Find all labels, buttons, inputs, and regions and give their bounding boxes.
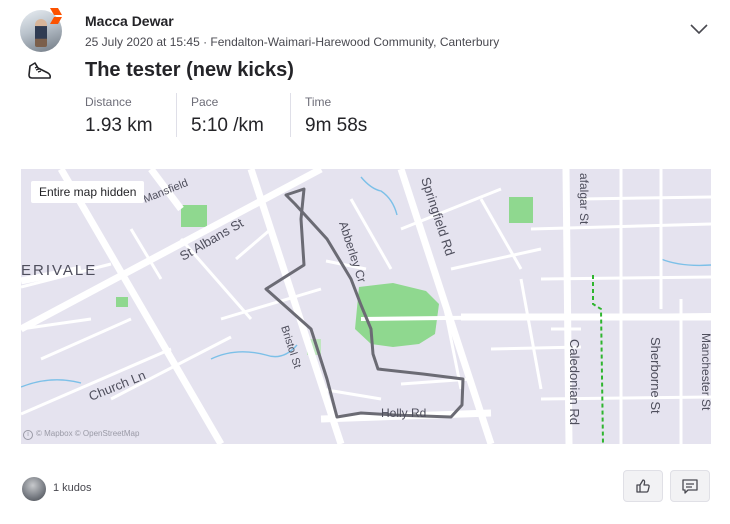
activity-map[interactable]: Mansfield St Albans St ERIVALE Church Ln…: [21, 169, 711, 444]
green-trail: [592, 275, 604, 444]
athlete-photo-figure: [35, 19, 47, 47]
stat-value: 9m 58s: [305, 115, 368, 136]
park-area-small: [181, 205, 207, 227]
street-label: Abberley Cr: [336, 220, 369, 285]
stream: [210, 344, 298, 360]
info-icon[interactable]: i: [23, 430, 33, 440]
stat-value: 1.93 km: [85, 115, 153, 136]
stream: [660, 258, 711, 267]
map-attribution[interactable]: i © Mapbox © OpenStreetMap: [23, 429, 139, 440]
activity-date-location: 25 July 2020 at 15:45 · Fendalton-Waimar…: [85, 35, 500, 49]
comment-button[interactable]: [670, 470, 710, 502]
athlete-name[interactable]: Macca Dewar: [85, 13, 174, 29]
chevron-down-icon[interactable]: [688, 18, 710, 40]
park-area: [355, 283, 439, 347]
comment-icon: [682, 479, 698, 494]
street-label: Holly Rd: [381, 406, 426, 420]
stream: [21, 379, 82, 388]
give-kudos-button[interactable]: [623, 470, 663, 502]
stat-label: Time: [305, 95, 332, 109]
map-canvas: Mansfield St Albans St ERIVALE Church Ln…: [21, 169, 711, 444]
stat-label: Pace: [191, 95, 219, 109]
stream: [360, 176, 398, 216]
park-area-small: [509, 197, 533, 223]
street-label: Caledonian Rd: [567, 339, 582, 425]
stat-distance: Distance 1.93 km: [85, 93, 153, 137]
street-label: Sherborne St: [648, 337, 663, 414]
subscriber-badge-icon: [50, 8, 62, 24]
kudos-avatar[interactable]: [22, 477, 46, 501]
shoe-icon: [28, 62, 52, 79]
stat-label: Distance: [85, 95, 132, 109]
street-label: Bristol St: [278, 324, 303, 370]
stat-pace: Pace 5:10 /km: [176, 93, 264, 137]
area-label: ERIVALE: [21, 262, 97, 279]
thumbs-up-icon: [636, 479, 650, 493]
activity-title[interactable]: The tester (new kicks): [85, 59, 294, 82]
stat-time: Time 9m 58s: [290, 93, 367, 137]
street-label: Manchester St: [699, 333, 711, 411]
stat-value: 5:10 /km: [191, 115, 264, 136]
map-hidden-notice: Entire map hidden: [31, 181, 145, 203]
street-label: Mansfield: [142, 177, 190, 206]
attribution-text[interactable]: © Mapbox © OpenStreetMap: [36, 429, 139, 438]
kudos-count[interactable]: 1 kudos: [53, 482, 92, 494]
park-area-small: [116, 297, 128, 307]
street-label: ui: [27, 169, 42, 171]
street-label: afalgar St: [577, 173, 591, 225]
